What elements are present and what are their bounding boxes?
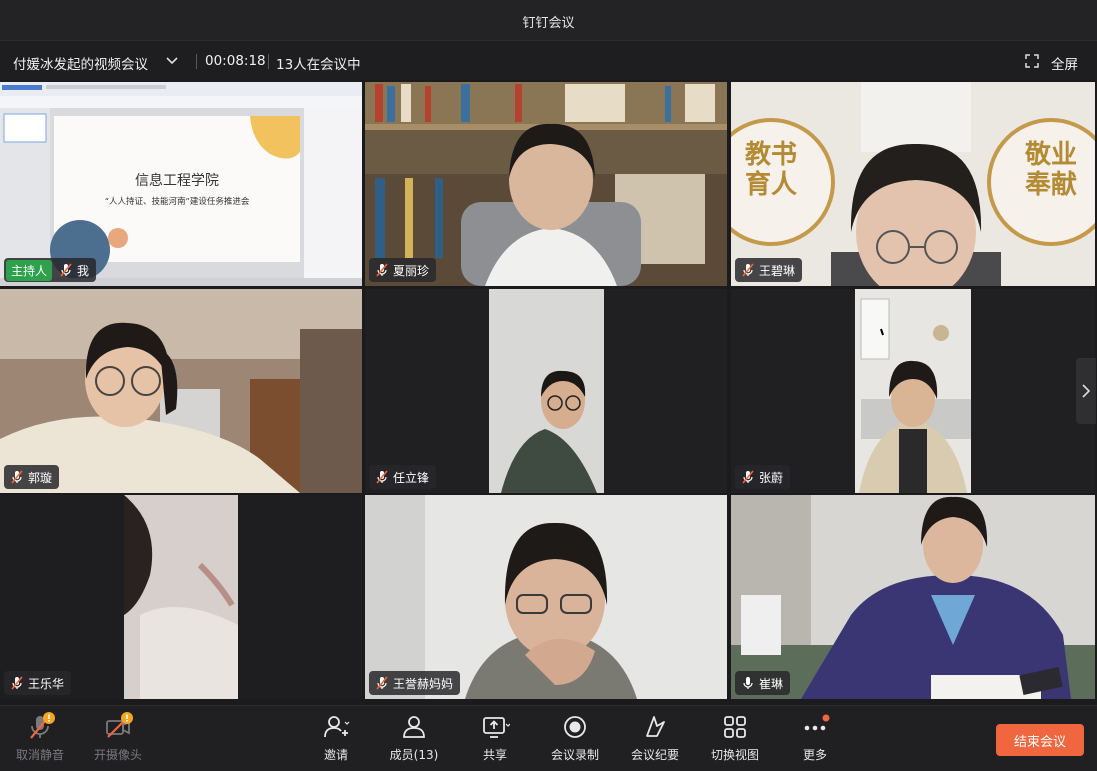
switch-view-button[interactable]: 切换视图 <box>695 712 775 768</box>
chevron-right-icon <box>1082 384 1091 398</box>
meeting-header: 付媛冰发起的视频会议 00:08:18 13人在会议中 全屏 <box>0 40 1097 80</box>
participant-name: 任立锋 <box>393 470 430 485</box>
participant-label: 主持人 我 <box>4 258 97 282</box>
video-tile[interactable]: 教书育人 敬业奉献 王碧琳 <box>731 82 1095 286</box>
video-tile[interactable]: 郭璇 <box>0 289 362 493</box>
camera-off-icon <box>106 712 133 738</box>
video-tile[interactable]: 王乐华 <box>0 495 362 699</box>
screen-share-icon <box>483 717 510 738</box>
participant-label: 王乐华 <box>4 671 72 695</box>
mic-muted-icon <box>376 676 388 690</box>
user-icon <box>403 716 425 738</box>
invite-button[interactable]: 邀请 <box>296 712 376 768</box>
mic-muted-icon <box>11 676 23 690</box>
video-feed <box>365 82 727 286</box>
title-bar: 钉钉会议 <box>0 0 1097 40</box>
members-label: 成员(13) <box>389 748 439 762</box>
ai-minutes-icon <box>646 716 665 737</box>
next-page-button[interactable] <box>1076 358 1096 424</box>
minutes-label: 会议纪要 <box>630 748 679 762</box>
share-button[interactable]: 共享 <box>455 712 535 768</box>
video-tile[interactable]: 夏丽珍 <box>365 82 727 286</box>
mic-muted-icon <box>60 263 72 277</box>
mic-muted-icon <box>742 470 754 484</box>
meeting-toolbar: 取消静音 开摄像头 邀请 成员(13) 共享 会议录制 会议纪要 切换视图 更多… <box>0 705 1097 771</box>
record-icon <box>564 716 586 738</box>
more-button[interactable]: 更多 <box>775 712 855 768</box>
host-badge: 主持人 <box>6 259 53 281</box>
mic-muted-icon <box>376 263 388 277</box>
participant-name: 张蔚 <box>759 470 784 485</box>
divider <box>268 54 269 69</box>
grid-view-icon <box>724 716 746 738</box>
video-tile[interactable]: 崔琳 <box>731 495 1095 699</box>
invite-label: 邀请 <box>323 748 348 762</box>
video-tile[interactable]: 任立锋 <box>365 289 727 493</box>
slide-title: 信息工程学院 <box>135 173 219 189</box>
record-label: 会议录制 <box>550 748 599 762</box>
camera-button[interactable]: 开摄像头 <box>78 712 158 768</box>
wall-sign-right: 敬业奉献 <box>1025 140 1078 200</box>
participant-name: 崔琳 <box>759 676 784 691</box>
video-tile[interactable]: 张蔚 <box>731 289 1095 493</box>
fullscreen-button[interactable]: 全屏 <box>1051 53 1078 73</box>
participant-name: 王誉赫妈妈 <box>393 676 454 691</box>
mic-muted-icon <box>11 470 23 484</box>
minutes-button[interactable]: 会议纪要 <box>615 712 695 768</box>
more-icon <box>804 714 830 731</box>
window-title: 钉钉会议 <box>522 16 575 31</box>
participant-label: 任立锋 <box>369 465 437 489</box>
video-feed <box>731 289 1095 493</box>
participant-label: 王誉赫妈妈 <box>369 671 461 695</box>
mic-muted-icon <box>30 712 55 739</box>
participant-label: 夏丽珍 <box>369 258 437 282</box>
video-feed <box>365 495 727 699</box>
share-label: 共享 <box>482 748 507 762</box>
participant-name: 我 <box>77 263 90 278</box>
video-tile[interactable]: 王誉赫妈妈 <box>365 495 727 699</box>
participant-name: 夏丽珍 <box>393 263 430 278</box>
add-user-icon <box>324 716 350 738</box>
mic-muted-icon <box>376 470 388 484</box>
participant-label: 崔琳 <box>735 671 791 695</box>
camera-label: 开摄像头 <box>93 748 142 762</box>
participant-name: 郭璇 <box>28 470 53 485</box>
participant-name: 王乐华 <box>28 676 65 691</box>
meeting-title[interactable]: 付媛冰发起的视频会议 <box>13 53 148 73</box>
video-feed <box>365 289 727 493</box>
more-label: 更多 <box>802 748 827 762</box>
meeting-window: 钉钉会议 付媛冰发起的视频会议 00:08:18 13人在会议中 全屏 信息工程… <box>0 0 1097 771</box>
wall-sign-left: 教书育人 <box>745 140 798 200</box>
video-tile-screen-share[interactable]: 信息工程学院 “人人持证、技能河南”建设任务推进会 主持人 我 <box>0 82 362 286</box>
participant-label: 王碧琳 <box>735 258 803 282</box>
mic-muted-icon <box>742 263 754 277</box>
participant-count: 13人在会议中 <box>276 57 361 73</box>
video-feed <box>731 495 1095 699</box>
participant-label: 张蔚 <box>735 465 791 489</box>
end-meeting-button[interactable]: 结束会议 <box>996 724 1084 756</box>
members-button[interactable]: 成员(13) <box>374 712 454 768</box>
slide-subtitle: “人人持证、技能河南”建设任务推进会 <box>104 197 250 207</box>
mic-icon <box>743 677 753 689</box>
fullscreen-icon[interactable] <box>1024 53 1040 69</box>
divider <box>196 54 197 69</box>
participant-label: 郭璇 <box>4 465 60 489</box>
meeting-timer: 00:08:18 <box>205 53 266 69</box>
unmute-label: 取消静音 <box>15 748 64 762</box>
record-button[interactable]: 会议录制 <box>535 712 615 768</box>
chevron-down-icon[interactable] <box>163 51 181 69</box>
video-feed <box>0 289 362 493</box>
participant-name: 王碧琳 <box>759 263 796 278</box>
video-feed <box>0 495 362 699</box>
unmute-button[interactable]: 取消静音 <box>0 712 80 768</box>
switch-view-label: 切换视图 <box>710 748 759 762</box>
